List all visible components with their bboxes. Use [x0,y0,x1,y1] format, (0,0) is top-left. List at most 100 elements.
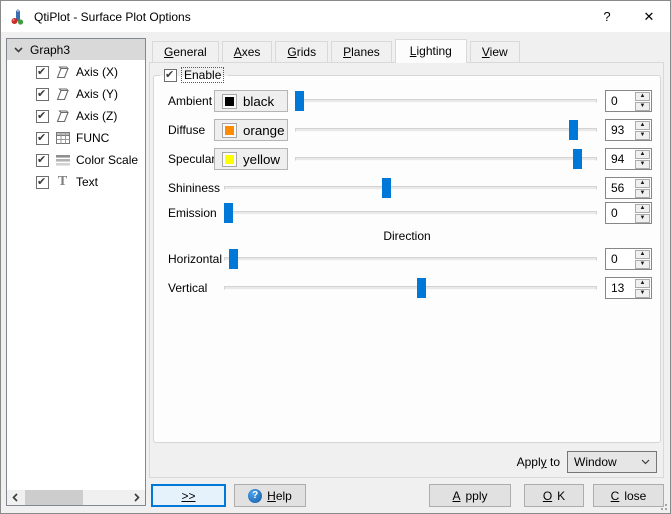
spin-up-icon[interactable]: ▲ [635,250,650,259]
tab-view[interactable]: View [470,41,520,62]
enable-checkbox-group[interactable]: Enable [160,66,228,84]
spin-down-icon[interactable]: ▼ [635,160,650,169]
spin-down-icon[interactable]: ▼ [635,289,650,298]
tree-item-axis-x[interactable]: Axis (X) [7,62,145,82]
spinbox-value[interactable]: 0 [606,249,635,269]
tab-axes[interactable]: Axes [222,41,273,62]
context-help-button[interactable]: ? [586,1,628,32]
horizontal-spinbox[interactable]: 0 ▲▼ [605,248,652,270]
emission-row: Emission 0 ▲▼ [153,202,661,224]
spin-down-icon[interactable]: ▼ [635,189,650,198]
diffuse-spinbox[interactable]: 93 ▲▼ [605,119,652,141]
more-options-button[interactable]: >> [151,484,226,507]
ambient-label: Ambient [168,94,212,108]
apply-to-select[interactable]: Window [567,451,657,473]
slider-handle[interactable] [573,149,582,169]
help-icon: ? [248,489,262,503]
window-title: QtiPlot - Surface Plot Options [34,10,191,24]
shininess-spinbox[interactable]: 56 ▲▼ [605,177,652,199]
scroll-left-icon[interactable] [7,490,23,505]
spin-up-icon[interactable]: ▲ [635,121,650,130]
spin-down-icon[interactable]: ▼ [635,214,650,223]
tree-root-graph3[interactable]: Graph3 [7,39,145,60]
slider-track[interactable] [224,257,597,261]
vertical-spinbox[interactable]: 13 ▲▼ [605,277,652,299]
scroll-right-icon[interactable] [129,490,145,505]
spin-down-icon[interactable]: ▼ [635,131,650,140]
spin-up-icon[interactable]: ▲ [635,92,650,101]
tab-planes[interactable]: Planes [331,41,392,62]
checkbox-checked-icon[interactable] [36,154,49,167]
slider-handle[interactable] [417,278,426,298]
horizontal-label: Horizontal [168,252,222,266]
spin-up-icon[interactable]: ▲ [635,179,650,188]
color-swatch [222,94,237,109]
slider-track[interactable] [295,128,597,132]
specular-label: Specular [168,152,215,166]
checkbox-checked-icon[interactable] [36,132,49,145]
specular-slider[interactable] [295,149,597,169]
apply-button[interactable]: Apply [429,484,511,507]
slider-handle[interactable] [224,203,233,223]
slider-track[interactable] [295,99,597,103]
tab-lighting[interactable]: Lighting [395,39,467,63]
vertical-slider[interactable] [224,278,597,298]
color-name: orange [243,123,285,138]
tab-general[interactable]: General [152,41,219,62]
specular-color-button[interactable]: yellow [214,148,288,170]
emission-spinbox[interactable]: 0 ▲▼ [605,202,652,224]
tree-horizontal-scrollbar[interactable] [7,490,145,505]
shininess-slider[interactable] [224,178,597,198]
checkbox-checked-icon[interactable] [164,69,177,82]
ambient-slider[interactable] [295,91,597,111]
checkbox-checked-icon[interactable] [36,88,49,101]
spin-up-icon[interactable]: ▲ [635,204,650,213]
spinbox-value[interactable]: 0 [606,91,635,111]
tree-item-text[interactable]: T Text [7,172,145,192]
tab-grids[interactable]: Grids [275,41,328,62]
spinbox-value[interactable]: 93 [606,120,635,140]
scrollbar-track[interactable] [23,490,129,505]
color-swatch [222,123,237,138]
slider-track[interactable] [224,186,597,190]
spinbox-value[interactable]: 0 [606,203,635,223]
resize-grip[interactable] [657,500,667,510]
checkbox-checked-icon[interactable] [36,66,49,79]
close-dialog-button[interactable]: Close [593,484,664,507]
checkbox-checked-icon[interactable] [36,110,49,123]
spin-up-icon[interactable]: ▲ [635,150,650,159]
vertical-label: Vertical [168,281,207,295]
scrollbar-thumb[interactable] [25,490,83,505]
horizontal-slider[interactable] [224,249,597,269]
diffuse-slider[interactable] [295,120,597,140]
specular-spinbox[interactable]: 94 ▲▼ [605,148,652,170]
slider-handle[interactable] [382,178,391,198]
tree-item-func[interactable]: FUNC [7,128,145,148]
slider-track[interactable] [295,157,597,161]
ok-button[interactable]: OK [524,484,584,507]
spin-down-icon[interactable]: ▼ [635,102,650,111]
slider-handle[interactable] [295,91,304,111]
slider-track[interactable] [224,286,597,290]
slider-track[interactable] [224,211,597,215]
spinbox-value[interactable]: 13 [606,278,635,298]
close-button[interactable]: ✕ [628,1,670,32]
emission-slider[interactable] [224,203,597,223]
shininess-label: Shininess [168,181,220,195]
spin-down-icon[interactable]: ▼ [635,260,650,269]
diffuse-color-button[interactable]: orange [214,119,288,141]
tree-item-axis-y[interactable]: Axis (Y) [7,84,145,104]
direction-section-title: Direction [153,229,661,243]
spinbox-value[interactable]: 56 [606,178,635,198]
tree-item-color-scale[interactable]: Color Scale [7,150,145,170]
ambient-color-button[interactable]: black [214,90,288,112]
help-button[interactable]: ? Help [234,484,306,507]
slider-handle[interactable] [569,120,578,140]
tree-item-axis-z[interactable]: Axis (Z) [7,106,145,126]
lighting-tab-pane: Enable Ambient black 0 ▲▼ Diffuse orang [149,62,664,478]
checkbox-checked-icon[interactable] [36,176,49,189]
ambient-spinbox[interactable]: 0 ▲▼ [605,90,652,112]
spin-up-icon[interactable]: ▲ [635,279,650,288]
slider-handle[interactable] [229,249,238,269]
spinbox-value[interactable]: 94 [606,149,635,169]
